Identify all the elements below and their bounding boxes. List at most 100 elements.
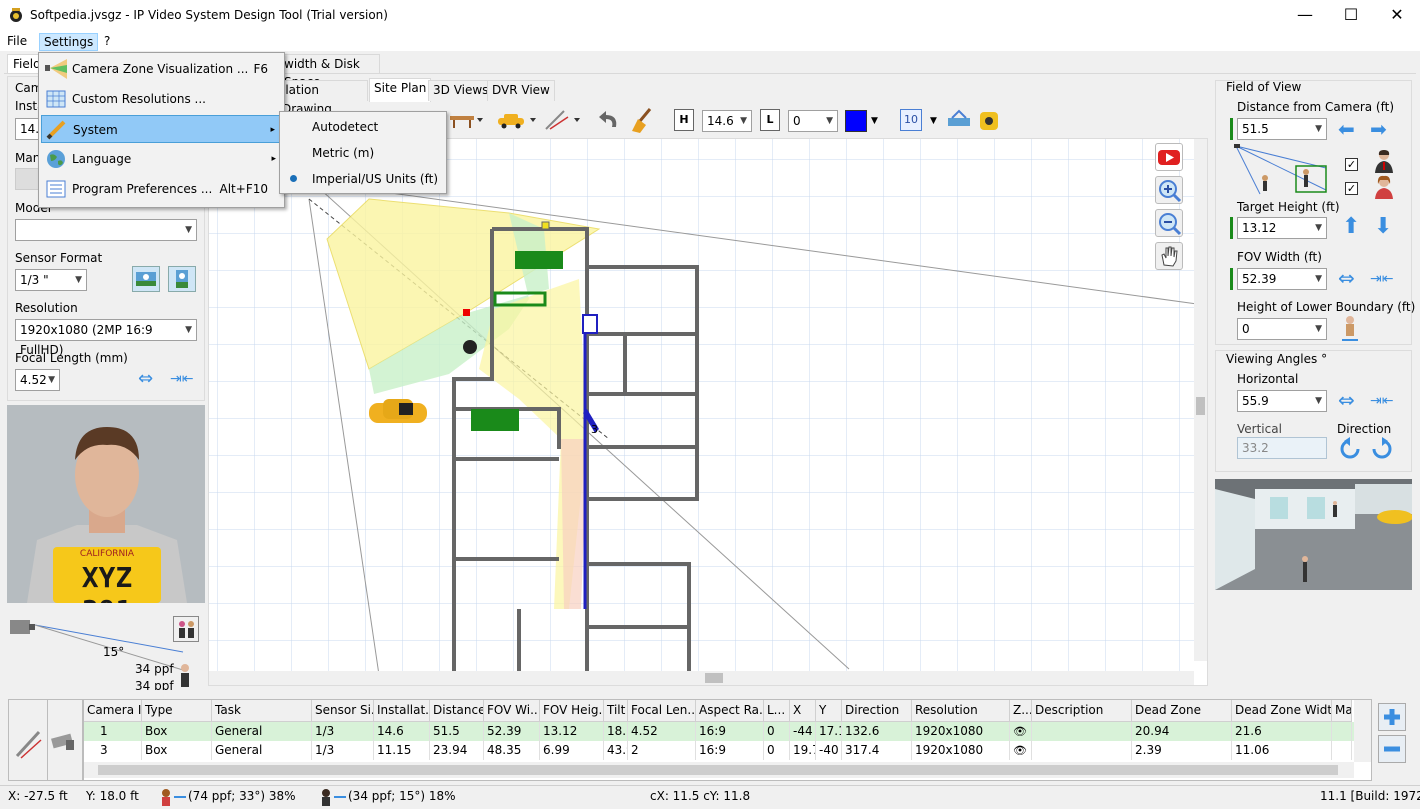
menu-item-camera-zone[interactable]: Camera Zone Visualization ... F6 [41,55,282,83]
widen-angle-icon[interactable]: ⇔ [1338,390,1355,410]
remove-camera-button[interactable] [1378,735,1406,763]
column-header[interactable]: Task [212,700,312,722]
grid-size-button[interactable]: 10 [900,109,922,131]
menu-settings[interactable]: Settings [39,33,99,51]
rotate-right-icon[interactable] [1370,437,1394,461]
column-header[interactable]: Distance [430,700,484,722]
column-header[interactable]: FOV Heig... [540,700,604,722]
column-header[interactable]: Description [1032,700,1132,722]
column-header[interactable]: Type [142,700,212,722]
menu-item-custom-resolutions[interactable]: Custom Resolutions ... [41,85,282,113]
horizontal-angle-select[interactable]: 55.9 ▼ [1237,390,1327,412]
column-header[interactable]: Sensor Si... [312,700,374,722]
narrow-angle-icon[interactable]: ⇥⇤ [1370,392,1393,410]
undo-button[interactable] [596,107,624,133]
menu-file[interactable]: File [3,33,31,51]
widen-arrows-icon[interactable]: ⇔ [138,370,162,389]
landscape-orientation-button[interactable] [132,266,160,292]
tab-installation-drawing[interactable]: llation Drawing [277,80,368,116]
show-female-checkbox[interactable]: ✓ [1345,182,1358,195]
submenu-autodetect[interactable]: Autodetect [282,114,444,140]
add-camera-view-button[interactable] [47,699,83,781]
show-male-checkbox[interactable]: ✓ [1345,158,1358,171]
column-header[interactable]: Direction [842,700,912,722]
column-header[interactable]: X [790,700,816,722]
maximize-button[interactable]: ☐ [1328,0,1374,31]
color-picker-button[interactable] [845,110,867,132]
tape-measure-button[interactable] [978,108,1004,132]
zoom-out-button[interactable] [1155,209,1183,237]
tab-3d-views[interactable]: 3D Views [428,80,494,101]
narrow-arrows-icon[interactable]: ⇥⇤ [170,371,194,389]
menu-item-system[interactable]: System ▸ [41,115,282,143]
vertical-scroll-thumb[interactable] [1196,397,1205,415]
manufacturer-select[interactable] [15,168,39,190]
measure-tool-button[interactable] [946,108,972,132]
eye-icon[interactable]: 👁 [1013,725,1027,738]
column-header[interactable]: Y [816,700,842,722]
column-header[interactable]: Installat... [374,700,430,722]
table-row[interactable]: 3BoxGeneral1/311.1523.9448.356.9943.9216… [84,741,1354,760]
close-button[interactable]: ✕ [1374,0,1420,31]
youtube-button[interactable] [1155,143,1183,171]
3d-view-preview[interactable] [1215,479,1412,590]
car-tool-button[interactable] [496,109,538,131]
edit-camera-line-button[interactable] [8,699,48,781]
menu-item-preferences[interactable]: Program Preferences ... Alt+F10 [41,175,282,203]
column-header[interactable]: L... [764,700,790,722]
lower-boundary-select[interactable]: 0 ▼ [1237,318,1327,340]
resolution-select[interactable]: 1920x1080 (2MP 16:9 FullHD) ▼ [15,319,197,357]
people-toggle-button[interactable] [173,616,199,642]
menu-help[interactable]: ? [100,33,114,51]
submenu-metric[interactable]: Metric (m) [282,140,444,166]
narrow-arrows-icon[interactable]: ⇥⇤ [1370,270,1393,288]
arrow-right-icon[interactable]: ➡ [1370,119,1387,139]
tab-dvr-view[interactable]: DVR View [487,80,555,101]
tab-site-plan[interactable]: Site Plan [369,78,432,102]
column-header[interactable]: FOV Wi... [484,700,540,722]
distance-select[interactable]: 51.5 ▼ [1237,118,1327,140]
install-height-input[interactable]: 14.6 [15,118,47,140]
table-vertical-scrollbar[interactable] [1354,700,1371,762]
column-header[interactable]: Tilt [604,700,628,722]
clear-button[interactable] [628,107,656,133]
arrow-left-icon[interactable]: ⬅ [1338,119,1355,139]
add-camera-button[interactable] [1378,703,1406,731]
zoom-in-button[interactable] [1155,176,1183,204]
horizontal-scrollbar[interactable] [209,671,1194,685]
height-select[interactable]: 14.6 ▼ [702,110,752,132]
fov-width-select[interactable]: 52.39 ▼ [1237,268,1327,290]
tab-bandwidth[interactable]: width & Disk Space [278,54,380,89]
eye-icon[interactable]: 👁 [1013,744,1027,757]
column-header[interactable]: Aspect Ra... [696,700,764,722]
minimize-button[interactable]: — [1282,0,1328,31]
table-scroll-thumb[interactable] [98,765,1338,775]
column-header[interactable]: Resolution [912,700,1010,722]
rotate-left-icon[interactable] [1338,437,1362,461]
column-header[interactable]: Ma [1332,700,1352,722]
column-header[interactable]: Dead Zone Width [1232,700,1332,722]
submenu-imperial[interactable]: Imperial/US Units (ft) [282,166,444,192]
chevron-down-icon[interactable]: ▼ [930,116,937,126]
camera-line-tool-button[interactable] [544,107,584,133]
model-select[interactable]: ▼ [15,219,197,241]
focal-length-select[interactable]: 4.52 ▼ [15,369,60,391]
column-header[interactable]: Focal Len... [628,700,696,722]
portrait-orientation-button[interactable] [168,266,196,292]
table-horizontal-scrollbar[interactable] [84,762,1354,778]
furniture-tool-button[interactable] [448,109,484,131]
column-header[interactable]: Dead Zone [1132,700,1232,722]
widen-arrows-icon[interactable]: ⇔ [1338,268,1355,288]
target-height-select[interactable]: 13.12 ▼ [1237,217,1327,239]
horizontal-scroll-thumb[interactable] [705,673,723,683]
level-select[interactable]: 0 ▼ [788,110,838,132]
vertical-scrollbar[interactable] [1194,139,1207,661]
site-plan-canvas[interactable]: 3 [208,138,1208,686]
menu-item-language[interactable]: Language ▸ [41,145,282,173]
arrow-up-icon[interactable]: ⬆ [1342,215,1360,239]
sensor-format-select[interactable]: 1/3 " ▼ [15,269,87,291]
column-header[interactable]: Z... [1010,700,1032,722]
arrow-down-icon[interactable]: ⬇ [1374,215,1392,239]
pan-button[interactable] [1155,242,1183,270]
table-row[interactable]: 1BoxGeneral1/314.651.552.3913.1218.34.52… [84,722,1354,741]
